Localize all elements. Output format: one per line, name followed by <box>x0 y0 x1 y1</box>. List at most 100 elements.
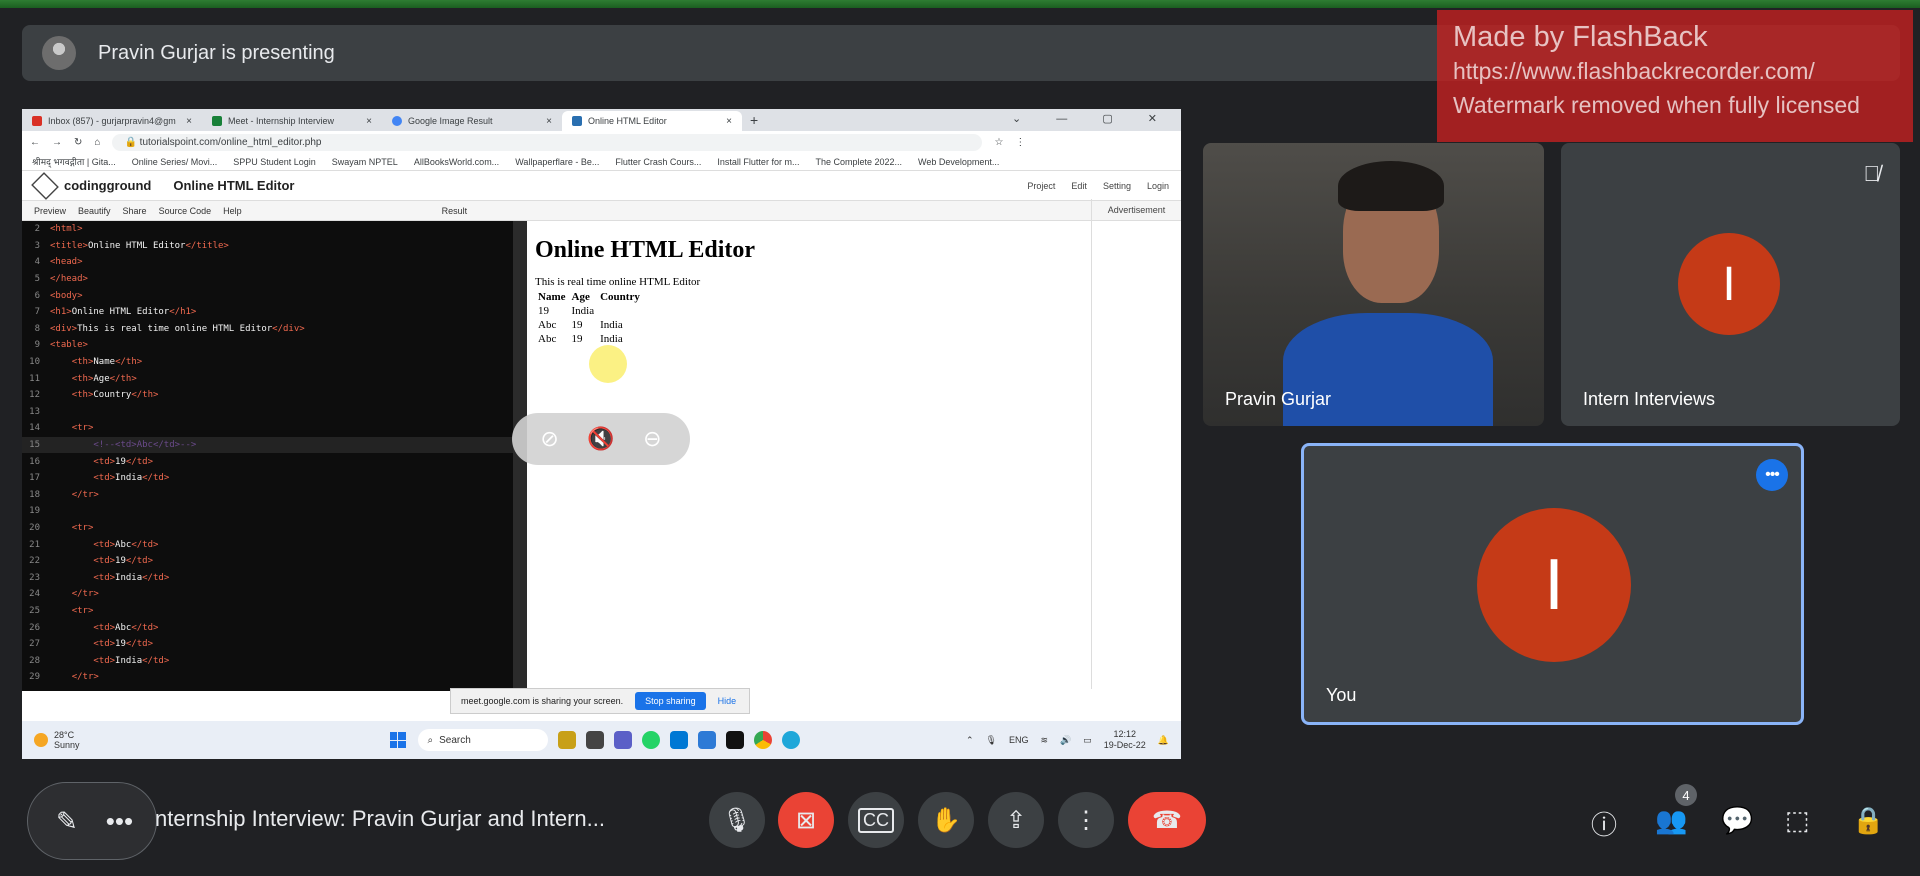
code-line[interactable]: 17 <td> India </td> <box>22 470 513 487</box>
new-tab-button[interactable]: + <box>750 112 758 128</box>
app-icon[interactable] <box>557 731 576 749</box>
code-line[interactable]: 21 <td> Abc </td> <box>22 536 513 553</box>
file-explorer-icon[interactable] <box>585 731 604 749</box>
hide-button[interactable]: Hide <box>718 696 737 706</box>
code-line[interactable]: 29 </tr> <box>22 669 513 686</box>
effects-icon[interactable]: ✎ <box>56 806 78 837</box>
code-editor[interactable]: 2 <html> 3 <title> Online HTML Editor </title… <box>22 221 527 691</box>
bookmark[interactable]: SPPU Student Login <box>233 157 316 167</box>
code-line[interactable]: 5 </head> <box>22 271 513 288</box>
bookmark[interactable]: AllBooksWorld.com... <box>414 157 499 167</box>
code-line[interactable]: 18 </tr> <box>22 487 513 504</box>
participant-tile-you[interactable]: ••• I You <box>1301 443 1804 725</box>
bookmark[interactable]: Online Series/ Movi... <box>132 157 218 167</box>
pin-off-icon[interactable]: ⊘ <box>540 426 558 452</box>
bookmark[interactable]: Install Flutter for m... <box>717 157 799 167</box>
menu-edit[interactable]: Edit <box>1071 181 1087 191</box>
bookmark[interactable]: Wallpaperflare - Be... <box>515 157 599 167</box>
language-indicator[interactable]: ENG <box>1009 735 1029 745</box>
bookmark[interactable]: Swayam NPTEL <box>332 157 398 167</box>
code-line[interactable]: 27 <td> 19 </td> <box>22 636 513 653</box>
menu-setting[interactable]: Setting <box>1103 181 1131 191</box>
code-line[interactable]: 11 <th> Age </th> <box>22 370 513 387</box>
edge-icon[interactable] <box>781 731 800 749</box>
code-line[interactable]: 26 <td> Abc </td> <box>22 619 513 636</box>
browser-tab[interactable]: Inbox (857) - gurjarpravin4@gm × <box>22 111 202 131</box>
home-icon[interactable]: ⌂ <box>94 137 100 148</box>
code-line[interactable]: 16 <td> 19 </td> <box>22 453 513 470</box>
code-line[interactable]: 28 <td> India </td> <box>22 652 513 669</box>
clock[interactable]: 12:12 19-Dec-22 <box>1104 729 1146 751</box>
participant-tile-pravin[interactable]: Pravin Gurjar <box>1203 143 1544 426</box>
code-line[interactable]: 12 <th> Country </th> <box>22 387 513 404</box>
bookmark[interactable]: श्रीमद् भगवद्गीता | Gita... <box>32 155 116 168</box>
netflix-icon[interactable] <box>725 731 744 749</box>
chevron-up-icon[interactable]: ⌃ <box>966 735 974 746</box>
volume-icon[interactable]: 🔊 <box>1060 735 1071 746</box>
code-line[interactable]: 4 <head> <box>22 254 513 271</box>
info-icon[interactable]: ⓘ <box>1591 805 1617 842</box>
remove-icon[interactable]: ⊖ <box>643 426 661 452</box>
code-line[interactable]: 15 <!--<td>Abc</td>--> <box>22 436 513 454</box>
more-options-button[interactable]: ⋮ <box>1058 792 1114 848</box>
code-line[interactable]: 2 <html> <box>22 221 513 238</box>
weather-widget[interactable]: 28°C Sunny <box>34 730 80 750</box>
browser-tab[interactable]: Meet - Internship Interview × <box>202 111 382 131</box>
menu-login[interactable]: Login <box>1147 181 1169 191</box>
whatsapp-icon[interactable] <box>641 731 660 749</box>
forward-icon[interactable]: → <box>52 137 62 148</box>
participant-tile-intern[interactable]: 🎙̸ I Intern Interviews <box>1561 143 1900 426</box>
leave-call-button[interactable]: ☎ <box>1128 792 1206 848</box>
code-line[interactable]: 8 <div> This is real time online HTML Edit… <box>22 321 513 338</box>
browser-tab[interactable]: Google Image Result × <box>382 111 562 131</box>
code-line[interactable]: 23 <td> India </td> <box>22 569 513 586</box>
close-icon[interactable]: × <box>726 116 732 127</box>
microphone-icon[interactable]: 🎙 <box>986 735 997 746</box>
windows-start-icon[interactable] <box>389 732 406 748</box>
bookmark[interactable]: Flutter Crash Cours... <box>615 157 701 167</box>
share-button[interactable]: Share <box>123 206 147 216</box>
more-icon[interactable]: ••• <box>106 806 133 837</box>
code-line[interactable]: 22 <td> 19 </td> <box>22 553 513 570</box>
code-line[interactable]: 10 <th> Name </th> <box>22 354 513 371</box>
host-controls-icon[interactable]: 🔒 <box>1852 805 1884 836</box>
close-icon[interactable]: × <box>186 116 192 127</box>
mail-icon[interactable] <box>669 731 688 749</box>
beautify-button[interactable]: Beautify <box>78 206 111 216</box>
captions-button[interactable]: CC <box>848 792 904 848</box>
chat-icon[interactable]: 💬 <box>1721 805 1753 836</box>
back-icon[interactable]: ← <box>30 137 40 148</box>
notification-icon[interactable]: 🔔 <box>1158 735 1169 746</box>
wifi-icon[interactable]: ≋ <box>1040 735 1048 746</box>
microphone-button[interactable]: 🎙 <box>709 792 765 848</box>
code-line[interactable]: 3 <title> Online HTML Editor </title> <box>22 238 513 255</box>
code-line[interactable]: 19 <box>22 503 513 520</box>
battery-icon[interactable]: ▭ <box>1083 735 1092 746</box>
browser-tab-active[interactable]: Online HTML Editor × <box>562 111 742 131</box>
activities-icon[interactable]: ⬚ <box>1785 805 1810 836</box>
close-icon[interactable]: × <box>366 116 372 127</box>
teams-icon[interactable] <box>613 731 632 749</box>
taskbar-search[interactable]: ⌕ Search <box>417 729 548 751</box>
code-line[interactable]: 9 <table> <box>22 337 513 354</box>
mute-off-icon[interactable]: 🔇 <box>587 426 614 452</box>
code-line[interactable]: 24 </tr> <box>22 586 513 603</box>
store-icon[interactable] <box>697 731 716 749</box>
star-icon[interactable]: ☆ <box>994 137 1003 148</box>
bookmark[interactable]: Web Development... <box>918 157 999 167</box>
code-line[interactable]: 13 <box>22 404 513 421</box>
more-options-button[interactable]: ••• <box>1756 459 1788 491</box>
code-line[interactable]: 6 <body> <box>22 287 513 304</box>
chrome-icon[interactable] <box>753 731 772 749</box>
camera-off-button[interactable]: ⊠ <box>778 792 834 848</box>
preview-button[interactable]: Preview <box>34 206 66 216</box>
present-button[interactable]: ⇪ <box>988 792 1044 848</box>
url-input[interactable]: 🔒 tutorialspoint.com/online_html_editor.… <box>112 133 983 151</box>
code-line[interactable]: 14 <tr> <box>22 420 513 437</box>
code-line[interactable]: 25 <tr> <box>22 603 513 620</box>
window-controls[interactable]: ⌄ — ▢ ✕ <box>1012 112 1173 125</box>
stop-sharing-button[interactable]: Stop sharing <box>635 692 706 710</box>
menu-project[interactable]: Project <box>1027 181 1055 191</box>
people-icon[interactable]: 👥 <box>1655 805 1687 836</box>
raise-hand-button[interactable]: ✋ <box>918 792 974 848</box>
